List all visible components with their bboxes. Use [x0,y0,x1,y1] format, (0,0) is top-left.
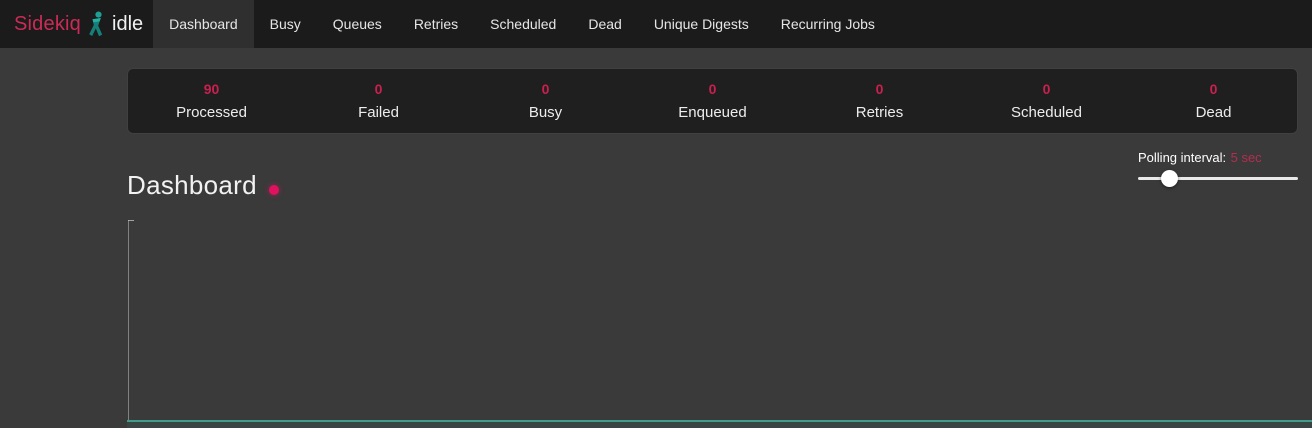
nav-tab-scheduled[interactable]: Scheduled [474,0,572,48]
stat-dead-value: 0 [1130,81,1297,97]
stat-scheduled: 0 Scheduled [963,81,1130,121]
brand-name: Sidekiq [14,13,81,36]
summary-stats-bar: 90 Processed 0 Failed 0 Busy 0 Enqueued … [127,68,1298,134]
nav-tab-queues[interactable]: Queues [317,0,398,48]
stat-retries-label: Retries [796,104,963,121]
stat-scheduled-value: 0 [963,81,1130,97]
polling-interval-value[interactable]: 5 sec [1231,150,1262,165]
sidekiq-logo-icon [88,11,105,37]
nav-tab-retries[interactable]: Retries [398,0,474,48]
live-beacon-icon [269,185,279,195]
nav-tab-recurring-jobs[interactable]: Recurring Jobs [765,0,891,48]
stat-dead-label: Dead [1130,104,1297,121]
nav-tab-unique-digests[interactable]: Unique Digests [638,0,765,48]
polling-interval-slider[interactable] [1138,177,1298,180]
polling-interval-control: Polling interval: 5 sec [1138,149,1298,185]
brand[interactable]: Sidekiq idle [0,0,153,48]
chart-y-axis-tick [128,220,134,221]
main-content: 90 Processed 0 Failed 0 Busy 0 Enqueued … [127,48,1298,230]
stat-retries: 0 Retries [796,81,963,121]
nav-tab-busy[interactable]: Busy [254,0,317,48]
stat-busy-value: 0 [462,81,629,97]
stat-enqueued: 0 Enqueued [629,81,796,121]
page-title: Dashboard [127,170,257,201]
stat-busy: 0 Busy [462,81,629,121]
nav-tab-dashboard[interactable]: Dashboard [153,0,254,48]
nav-tab-dead[interactable]: Dead [572,0,637,48]
realtime-chart [127,219,1312,428]
polling-interval-label: Polling interval: [1138,150,1226,165]
stat-failed: 0 Failed [295,81,462,121]
stat-retries-value: 0 [796,81,963,97]
stat-scheduled-label: Scheduled [963,104,1130,121]
stat-processed-label: Processed [128,104,295,121]
stat-dead: 0 Dead [1130,81,1297,121]
navbar: Sidekiq idle Dashboard Busy Queues Retri… [0,0,1312,48]
stat-enqueued-value: 0 [629,81,796,97]
chart-y-axis [128,220,129,422]
stat-busy-label: Busy [462,104,629,121]
status-text: idle [112,13,143,36]
stat-processed: 90 Processed [128,81,295,121]
chart-flat-line [127,420,1312,422]
stat-enqueued-label: Enqueued [629,104,796,121]
stat-failed-label: Failed [295,104,462,121]
nav-tabs: Dashboard Busy Queues Retries Scheduled … [153,0,891,48]
stat-failed-value: 0 [295,81,462,97]
stat-processed-value: 90 [128,81,295,97]
chart-area-fill [127,422,1312,428]
